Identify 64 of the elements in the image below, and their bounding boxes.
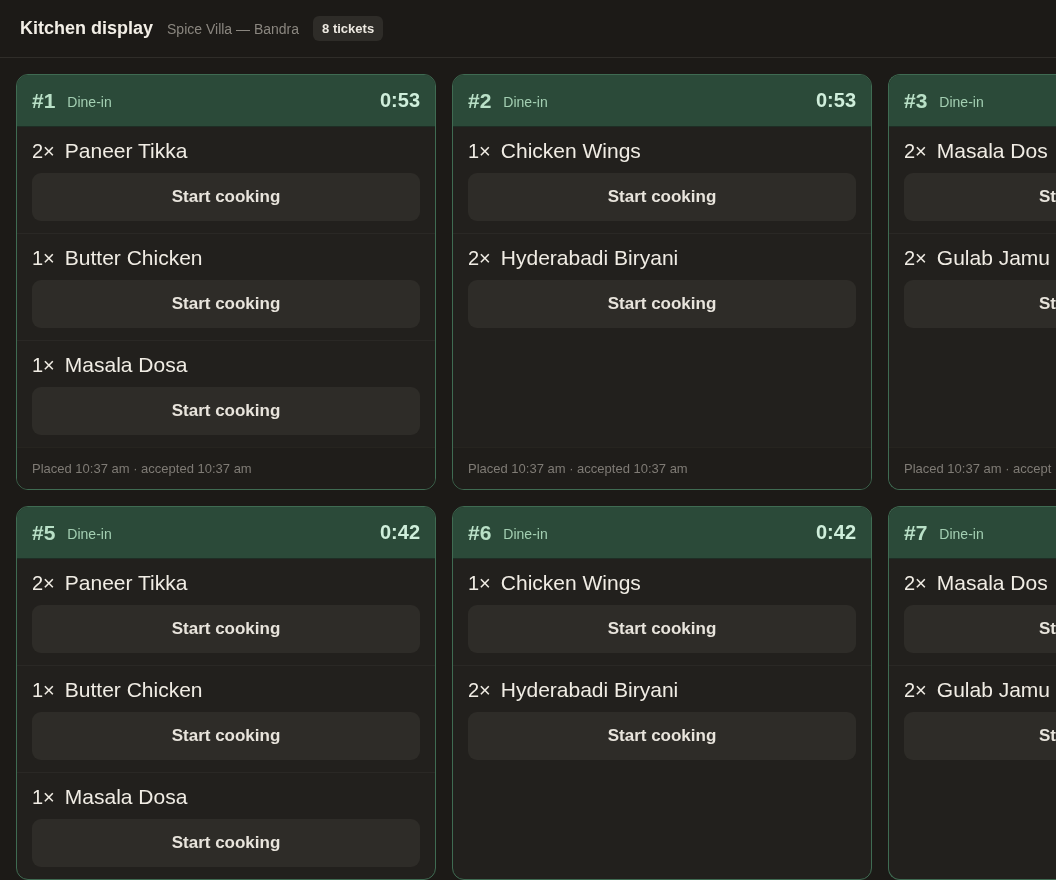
start-cooking-button[interactable]: St (904, 173, 1056, 221)
order-type: Dine-in (503, 526, 548, 542)
item-name: Masala Dos (936, 571, 1048, 595)
item-name: Paneer Tikka (64, 139, 188, 163)
item-quantity: 1× (32, 786, 55, 809)
location-label: Spice Villa — Bandra (167, 20, 300, 37)
item-quantity: 2× (904, 140, 927, 163)
item-quantity: 2× (468, 679, 491, 702)
item-name: Paneer Tikka (64, 571, 188, 595)
start-cooking-button[interactable]: Start cooking (32, 712, 420, 760)
start-cooking-button[interactable]: Start cooking (468, 712, 856, 760)
ticket-timer: 0:42 (815, 521, 856, 544)
ticket-timer: 0:53 (815, 89, 856, 112)
start-cooking-button[interactable]: St (904, 280, 1056, 328)
item-quantity: 2× (32, 572, 55, 595)
ticket-number: #1 (32, 88, 56, 113)
start-cooking-button[interactable]: Start cooking (468, 280, 856, 328)
item-quantity: 2× (32, 140, 55, 163)
item-name: Butter Chicken (64, 246, 203, 270)
ticket-number: #2 (468, 88, 492, 113)
item-name: Chicken Wings (500, 571, 641, 595)
item-name: Gulab Jamu (936, 678, 1051, 702)
order-type: Dine-in (939, 526, 984, 542)
ticket-timestamps: Placed 10:37 am · accepted 10:37 am (32, 461, 252, 476)
order-type: Dine-in (503, 94, 548, 110)
start-cooking-button[interactable]: Start cooking (32, 387, 420, 435)
item-quantity: 2× (468, 247, 491, 270)
start-cooking-button[interactable]: Start cooking (32, 280, 420, 328)
item-quantity: 1× (468, 140, 491, 163)
item-quantity: 1× (468, 572, 491, 595)
item-quantity: 2× (904, 679, 927, 702)
start-cooking-button[interactable]: Start cooking (468, 173, 856, 221)
start-cooking-button[interactable]: Start cooking (468, 605, 856, 653)
ticket-timestamps: Placed 10:37 am · accepted 10:37 am (468, 461, 688, 476)
item-name: Gulab Jamu (936, 246, 1051, 270)
item-quantity: 2× (904, 247, 927, 270)
item-quantity: 1× (32, 354, 55, 377)
item-name: Hyderabadi Biryani (500, 678, 679, 702)
ticket-timer: 0:42 (379, 521, 420, 544)
item-quantity: 1× (32, 679, 55, 702)
ticket-number: #3 (904, 88, 928, 113)
item-name: Masala Dos (936, 139, 1048, 163)
item-name: Butter Chicken (64, 678, 203, 702)
order-type: Dine-in (939, 94, 984, 110)
ticket-number: #7 (904, 520, 928, 545)
page-title: Kitchen display (20, 18, 154, 39)
start-cooking-button[interactable]: Start cooking (32, 605, 420, 653)
ticket-timer: 0:53 (379, 89, 420, 112)
item-name: Masala Dosa (64, 785, 188, 809)
start-cooking-button[interactable]: St (904, 712, 1056, 760)
item-name: Hyderabadi Biryani (500, 246, 679, 270)
item-quantity: 1× (32, 247, 55, 270)
ticket-count-badge: 8 tickets (313, 16, 384, 41)
item-name: Chicken Wings (500, 139, 641, 163)
ticket-number: #6 (468, 520, 492, 545)
item-name: Masala Dosa (64, 353, 188, 377)
ticket-timestamps: Placed 10:37 am · accept (904, 461, 1052, 476)
order-type: Dine-in (67, 94, 112, 110)
item-quantity: 2× (904, 572, 927, 595)
start-cooking-button[interactable]: St (904, 605, 1056, 653)
order-type: Dine-in (67, 526, 112, 542)
start-cooking-button[interactable]: Start cooking (32, 819, 420, 867)
ticket-number: #5 (32, 520, 56, 545)
start-cooking-button[interactable]: Start cooking (32, 173, 420, 221)
